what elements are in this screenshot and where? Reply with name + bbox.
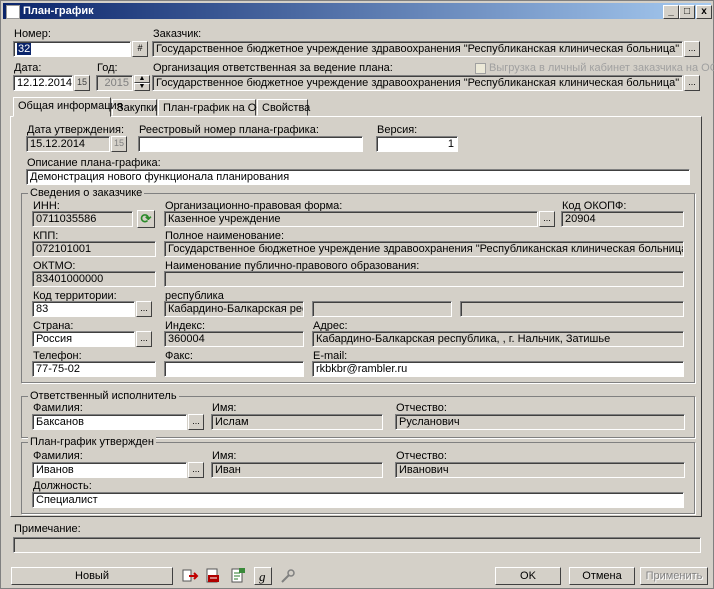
region-field-2 [312,301,452,317]
window-icon [6,5,20,19]
svg-text:g: g [259,569,266,584]
new-button[interactable]: Новый [11,567,173,585]
upload-label: Выгрузка в личный кабинет заказчика на О… [489,62,714,74]
org-select-button[interactable]: ... [684,75,700,91]
address-field: Кабардино-Балкарская республика, , г. На… [312,331,684,347]
fax-field[interactable] [164,361,304,377]
title-bar: План-график _ □ x [3,3,712,19]
close-button[interactable]: x [696,5,712,19]
info-icon[interactable]: g [254,567,272,585]
minimize-button[interactable]: _ [663,5,679,19]
document-icon[interactable] [229,567,247,585]
customer-info-title: Сведения о заказчике [28,187,145,199]
note-label: Примечание: [14,523,81,535]
reg-number-field[interactable] [138,136,363,152]
opf-field: Казенное учреждение [164,211,538,227]
country-select-button[interactable]: ... [136,331,152,347]
index-field: 360004 [164,331,304,347]
region-field-3 [460,301,684,317]
ok-button[interactable]: OK [495,567,561,585]
approved-middle-field: Иванович [395,462,685,478]
export-icon[interactable] [181,567,199,585]
note-field[interactable] [13,537,701,553]
responsible-last-label: Фамилия: [33,402,83,414]
approved-select-button[interactable]: ... [188,462,204,478]
export-pdf-icon[interactable] [204,567,222,585]
fullname-field: Государственное бюджетное учреждение здр… [164,241,684,257]
customer-field[interactable]: Государственное бюджетное учреждение здр… [152,41,683,57]
maximize-button[interactable]: □ [679,5,695,19]
plan-schedule-window: План-график _ □ x Номер: 32 # Заказчик: … [0,0,714,589]
republic-field: Кабардино-Балкарская респуб [164,301,304,317]
customer-select-button[interactable]: ... [684,41,700,57]
number-value: 32 [17,43,32,55]
year-down-button: ▼ [134,83,150,91]
cancel-button[interactable]: Отмена [569,567,635,585]
responsible-middle-field: Русланович [395,414,685,430]
year-label: Год: [97,62,118,74]
position-field[interactable]: Специалист [32,492,684,508]
position-label: Должность: [33,480,92,492]
inn-field: 0711035586 [32,211,133,227]
version-label: Версия: [377,124,418,136]
approved-last-field[interactable]: Иванов [32,462,187,478]
responsible-title: Ответственный исполнитель [28,390,179,402]
org-label: Организация ответственная за ведение пла… [153,62,393,74]
window-title: План-график [23,5,94,17]
phone-field[interactable]: 77-75-02 [32,361,156,377]
okopf-field: 20904 [561,211,684,227]
reg-number-label: Реестровый номер плана-графика: [139,124,319,136]
ppo-field [164,271,684,287]
responsible-last-field[interactable]: Баксанов [32,414,187,430]
responsible-first-label: Имя: [212,402,237,414]
description-label: Описание плана-графика: [27,157,161,169]
approve-date-label: Дата утверждения: [27,124,125,136]
approve-date-field: 15.12.2014 [26,136,110,152]
territory-field[interactable]: 83 [32,301,135,317]
approved-middle-label: Отчество: [396,450,447,462]
responsible-first-field: Ислам [211,414,383,430]
settings-icon[interactable] [279,567,297,585]
responsible-select-button[interactable]: ... [188,414,204,430]
approved-title: План-график утвержден [28,436,156,448]
tab-general-info[interactable]: Общая информация [13,97,123,117]
approved-first-label: Имя: [212,450,237,462]
tab-oos-schedule[interactable]: План-график на ООС [158,99,273,116]
number-label: Номер: [14,28,51,40]
description-field[interactable]: Демонстрация нового функционала планиров… [26,169,690,185]
refresh-icon[interactable]: ⟳ [137,210,155,228]
year-up-button: ▲ [134,75,150,83]
org-field[interactable]: Государственное бюджетное учреждение здр… [152,75,683,91]
tab-properties[interactable]: Свойства [257,99,310,116]
territory-select-button[interactable]: ... [136,301,152,317]
version-field[interactable]: 1 [376,136,458,152]
country-field[interactable]: Россия [32,331,135,347]
kpp-field: 072101001 [32,241,156,257]
number-generate-button[interactable]: # [132,41,148,57]
year-field: 2015 [96,75,133,91]
responsible-middle-label: Отчество: [396,402,447,414]
approved-first-field: Иван [211,462,383,478]
opf-select-button[interactable]: ... [539,211,555,227]
calendar-icon[interactable]: 15 [74,75,90,91]
apply-button: Применить [640,567,708,585]
upload-checkbox [475,63,486,74]
oktmo-field: 83401000000 [32,271,156,287]
number-field[interactable]: 32 [13,41,131,57]
approve-calendar-icon: 15 [111,136,127,152]
date-label: Дата: [14,62,42,74]
date-field[interactable]: 12.12.2014 [13,75,73,91]
approved-last-label: Фамилия: [33,450,83,462]
email-field[interactable]: rkbkbr@rambler.ru [312,361,684,377]
customer-label: Заказчик: [153,28,202,40]
